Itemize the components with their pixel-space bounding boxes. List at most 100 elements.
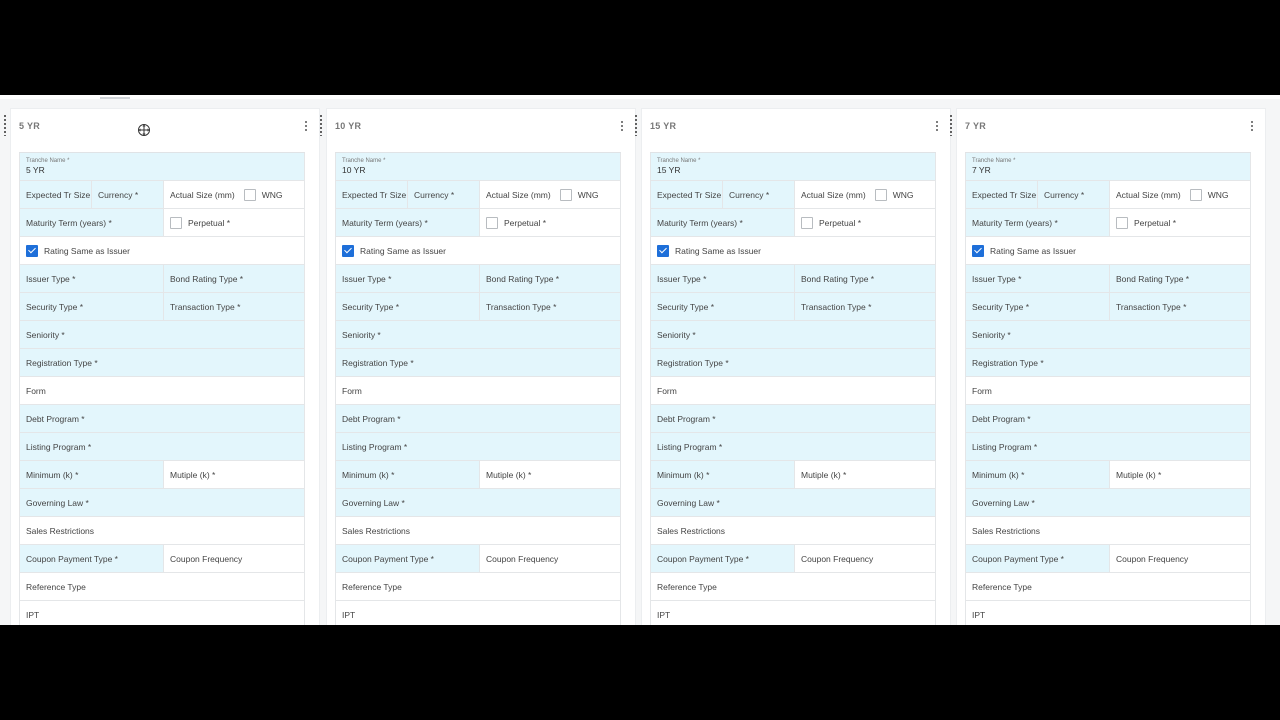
reference-type-field[interactable]: Reference Type — [19, 573, 305, 600]
rating-same-as-issuer-checkbox[interactable] — [657, 244, 669, 257]
governing-law-field[interactable]: Governing Law * — [335, 489, 621, 516]
multiple-field[interactable]: Mutiple (k) * — [163, 461, 305, 488]
governing-law-field[interactable]: Governing Law * — [965, 489, 1251, 516]
minimum-field[interactable]: Minimum (k) * — [965, 461, 1109, 488]
drag-handle-icon[interactable] — [634, 114, 638, 136]
listing-program-field[interactable]: Listing Program * — [19, 433, 305, 460]
rating-same-as-issuer-checkbox[interactable] — [26, 244, 38, 257]
rating-same-as-issuer-checkbox[interactable] — [972, 244, 984, 257]
perpetual-checkbox[interactable] — [801, 216, 813, 229]
reference-type-field[interactable]: Reference Type — [335, 573, 621, 600]
perpetual-checkbox[interactable] — [486, 216, 498, 229]
seniority-field[interactable]: Seniority * — [650, 321, 936, 348]
form-field[interactable]: Form — [650, 377, 936, 404]
actual-size-field[interactable]: Actual Size (mm) WNG — [794, 181, 936, 208]
seniority-field[interactable]: Seniority * — [965, 321, 1251, 348]
maturity-term-field[interactable]: Maturity Term (years) * — [650, 209, 794, 236]
sales-restrictions-field[interactable]: Sales Restrictions — [965, 517, 1251, 544]
tranche-name-field[interactable]: Tranche Name * 15 YR — [650, 153, 936, 180]
drag-handle-icon[interactable] — [949, 114, 953, 136]
ipt-field[interactable]: IPT — [19, 601, 305, 625]
governing-law-field[interactable]: Governing Law * — [650, 489, 936, 516]
issuer-type-field[interactable]: Issuer Type * — [650, 265, 794, 292]
security-type-field[interactable]: Security Type * — [965, 293, 1109, 320]
more-options-icon[interactable] — [617, 119, 627, 133]
ipt-field[interactable]: IPT — [965, 601, 1251, 625]
ipt-field[interactable]: IPT — [650, 601, 936, 625]
issuer-type-field[interactable]: Issuer Type * — [965, 265, 1109, 292]
debt-program-field[interactable]: Debt Program * — [965, 405, 1251, 432]
rating-same-as-issuer-field[interactable]: Rating Same as Issuer — [965, 237, 1251, 264]
currency-field[interactable]: Currency * — [407, 181, 479, 208]
transaction-type-field[interactable]: Transaction Type * — [1109, 293, 1251, 320]
currency-field[interactable]: Currency * — [1037, 181, 1109, 208]
reference-type-field[interactable]: Reference Type — [965, 573, 1251, 600]
security-type-field[interactable]: Security Type * — [335, 293, 479, 320]
sales-restrictions-field[interactable]: Sales Restrictions — [650, 517, 936, 544]
transaction-type-field[interactable]: Transaction Type * — [163, 293, 305, 320]
minimum-field[interactable]: Minimum (k) * — [335, 461, 479, 488]
security-type-field[interactable]: Security Type * — [650, 293, 794, 320]
currency-field[interactable]: Currency * — [722, 181, 794, 208]
maturity-term-field[interactable]: Maturity Term (years) * — [965, 209, 1109, 236]
transaction-type-field[interactable]: Transaction Type * — [479, 293, 621, 320]
form-field[interactable]: Form — [19, 377, 305, 404]
perpetual-field[interactable]: Perpetual * — [794, 209, 936, 236]
bond-rating-type-field[interactable]: Bond Rating Type * — [1109, 265, 1251, 292]
coupon-payment-type-field[interactable]: Coupon Payment Type * — [965, 545, 1109, 572]
seniority-field[interactable]: Seniority * — [335, 321, 621, 348]
debt-program-field[interactable]: Debt Program * — [19, 405, 305, 432]
rating-same-as-issuer-field[interactable]: Rating Same as Issuer — [335, 237, 621, 264]
coupon-frequency-field[interactable]: Coupon Frequency — [1109, 545, 1251, 572]
maturity-term-field[interactable]: Maturity Term (years) * — [19, 209, 163, 236]
perpetual-field[interactable]: Perpetual * — [479, 209, 621, 236]
multiple-field[interactable]: Mutiple (k) * — [479, 461, 621, 488]
coupon-payment-type-field[interactable]: Coupon Payment Type * — [335, 545, 479, 572]
coupon-frequency-field[interactable]: Coupon Frequency — [163, 545, 305, 572]
perpetual-field[interactable]: Perpetual * — [163, 209, 305, 236]
rating-same-as-issuer-checkbox[interactable] — [342, 244, 354, 257]
more-options-icon[interactable] — [301, 119, 311, 133]
transaction-type-field[interactable]: Transaction Type * — [794, 293, 936, 320]
bond-rating-type-field[interactable]: Bond Rating Type * — [479, 265, 621, 292]
registration-type-field[interactable]: Registration Type * — [335, 349, 621, 376]
perpetual-checkbox[interactable] — [170, 216, 182, 229]
registration-type-field[interactable]: Registration Type * — [19, 349, 305, 376]
coupon-payment-type-field[interactable]: Coupon Payment Type * — [650, 545, 794, 572]
coupon-frequency-field[interactable]: Coupon Frequency — [479, 545, 621, 572]
more-options-icon[interactable] — [932, 119, 942, 133]
more-options-icon[interactable] — [1247, 119, 1257, 133]
drag-handle-icon[interactable] — [319, 114, 323, 136]
reference-type-field[interactable]: Reference Type — [650, 573, 936, 600]
drag-handle-icon[interactable] — [3, 114, 7, 136]
perpetual-field[interactable]: Perpetual * — [1109, 209, 1251, 236]
expected-tr-size-field[interactable]: Expected Tr Size — [335, 181, 407, 208]
listing-program-field[interactable]: Listing Program * — [335, 433, 621, 460]
minimum-field[interactable]: Minimum (k) * — [19, 461, 163, 488]
form-field[interactable]: Form — [965, 377, 1251, 404]
coupon-payment-type-field[interactable]: Coupon Payment Type * — [19, 545, 163, 572]
seniority-field[interactable]: Seniority * — [19, 321, 305, 348]
wng-checkbox[interactable] — [559, 188, 572, 201]
ipt-field[interactable]: IPT — [335, 601, 621, 625]
governing-law-field[interactable]: Governing Law * — [19, 489, 305, 516]
expected-tr-size-field[interactable]: Expected Tr Size — [650, 181, 722, 208]
wng-checkbox[interactable] — [1189, 188, 1202, 201]
listing-program-field[interactable]: Listing Program * — [650, 433, 936, 460]
sales-restrictions-field[interactable]: Sales Restrictions — [19, 517, 305, 544]
tranche-name-field[interactable]: Tranche Name * 10 YR — [335, 153, 621, 180]
sales-restrictions-field[interactable]: Sales Restrictions — [335, 517, 621, 544]
rating-same-as-issuer-field[interactable]: Rating Same as Issuer — [650, 237, 936, 264]
registration-type-field[interactable]: Registration Type * — [965, 349, 1251, 376]
security-type-field[interactable]: Security Type * — [19, 293, 163, 320]
registration-type-field[interactable]: Registration Type * — [650, 349, 936, 376]
wng-checkbox[interactable] — [874, 188, 887, 201]
listing-program-field[interactable]: Listing Program * — [965, 433, 1251, 460]
tranche-name-field[interactable]: Tranche Name * 5 YR — [19, 153, 305, 180]
multiple-field[interactable]: Mutiple (k) * — [1109, 461, 1251, 488]
tranche-name-field[interactable]: Tranche Name * 7 YR — [965, 153, 1251, 180]
wng-checkbox[interactable] — [243, 188, 256, 201]
perpetual-checkbox[interactable] — [1116, 216, 1128, 229]
debt-program-field[interactable]: Debt Program * — [335, 405, 621, 432]
expected-tr-size-field[interactable]: Expected Tr Size — [965, 181, 1037, 208]
